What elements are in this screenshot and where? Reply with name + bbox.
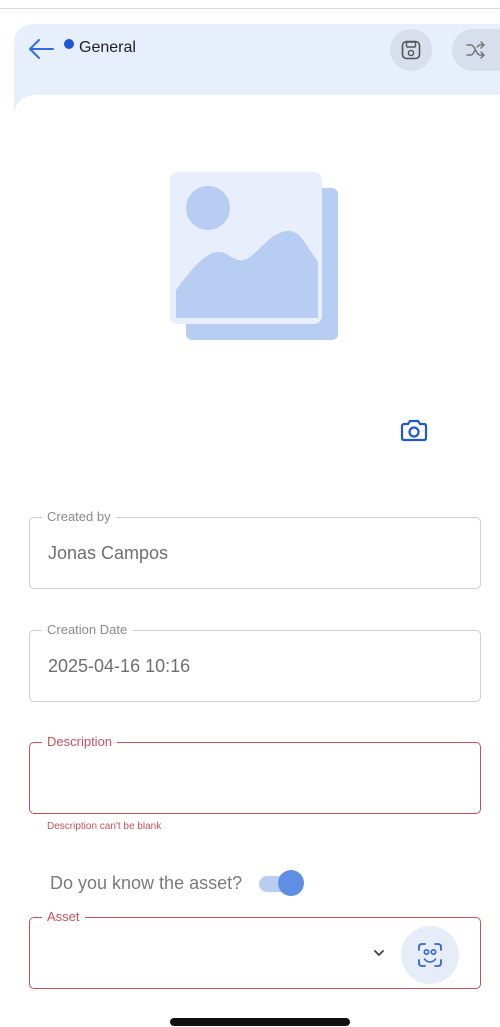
know-asset-toggle[interactable] (257, 870, 305, 896)
back-button[interactable] (26, 36, 74, 64)
description-input[interactable]: Description (29, 734, 481, 814)
floppy-disk-icon (401, 40, 421, 60)
image-placeholder-icon (170, 172, 338, 340)
creation-date-label: Creation Date (42, 622, 133, 637)
top-divider (0, 8, 500, 9)
notification-dot (64, 39, 74, 49)
scan-asset-button[interactable] (401, 926, 459, 984)
page-title: General (79, 39, 136, 56)
camera-button[interactable] (398, 416, 432, 446)
creation-date-value: 2025-04-16 10:16 (48, 656, 191, 676)
face-scan-icon (418, 943, 442, 967)
know-asset-label: Do you know the asset? (50, 872, 243, 893)
know-asset-row: Do you know the asset? (50, 868, 305, 898)
description-error: Description can't be blank (47, 821, 162, 832)
created-by-field[interactable]: Created by Jonas Campos (29, 509, 481, 589)
home-indicator (170, 1018, 350, 1026)
created-by-label: Created by (42, 509, 116, 524)
creation-date-field[interactable]: Creation Date 2025-04-16 10:16 (29, 622, 481, 702)
description-label: Description (42, 734, 118, 749)
toggle-thumb (278, 870, 305, 896)
arrow-left-icon (29, 39, 54, 59)
shuffle-button[interactable] (452, 29, 500, 71)
asset-label: Asset (42, 909, 85, 924)
save-button[interactable] (390, 29, 432, 71)
created-by-value: Jonas Campos (48, 543, 169, 563)
chevron-down-icon[interactable] (371, 946, 387, 960)
shuffle-icon (466, 41, 485, 59)
camera-icon (400, 419, 428, 442)
